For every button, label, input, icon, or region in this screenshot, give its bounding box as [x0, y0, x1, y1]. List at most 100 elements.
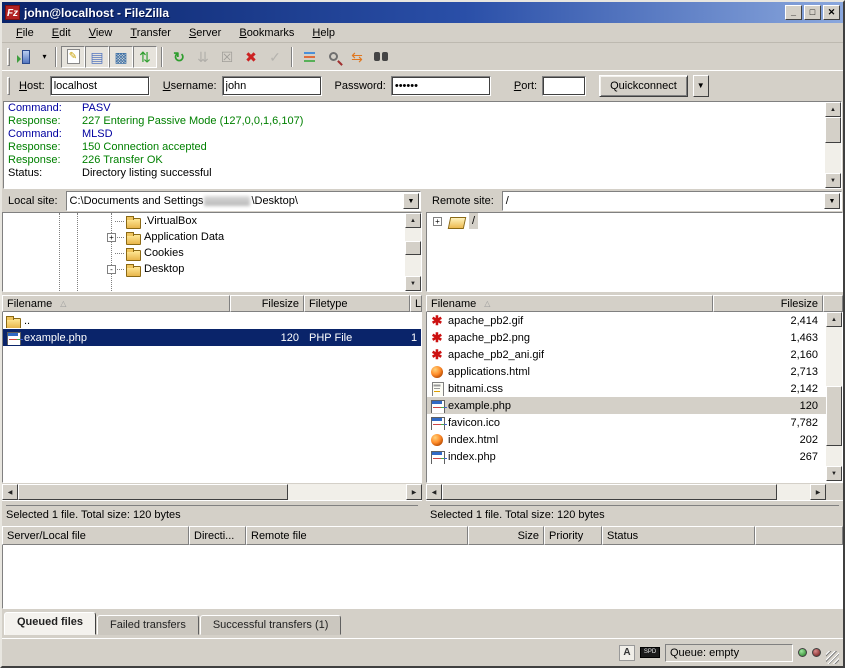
- menu-edit[interactable]: Edit: [44, 25, 79, 41]
- process-queue-icon: ⇊: [197, 50, 209, 64]
- close-button[interactable]: ✕: [823, 5, 840, 20]
- remote-horizontal-scrollbar[interactable]: ◀ ▶: [426, 484, 826, 500]
- redacted-username: [204, 196, 250, 206]
- scroll-thumb[interactable]: [825, 117, 841, 143]
- site-manager-button[interactable]: [14, 46, 38, 68]
- tree-item-virtualbox[interactable]: .VirtualBox: [3, 213, 421, 229]
- menu-server[interactable]: Server: [181, 25, 229, 41]
- maximize-button[interactable]: □: [804, 5, 821, 20]
- file-row-example-php[interactable]: example.php 120: [427, 397, 842, 414]
- column-server-local-file[interactable]: Server/Local file: [2, 526, 189, 545]
- column-size[interactable]: Size: [468, 526, 544, 545]
- combo-dropdown-icon[interactable]: ▼: [824, 193, 840, 209]
- ascii-transfer-type-icon[interactable]: A: [619, 645, 635, 661]
- column-filesize[interactable]: Filesize: [230, 295, 304, 312]
- tree-item-root[interactable]: + /: [427, 213, 842, 229]
- column-priority[interactable]: Priority: [544, 526, 602, 545]
- scroll-down-icon[interactable]: ▼: [405, 276, 421, 291]
- menu-help[interactable]: Help: [304, 25, 343, 41]
- scroll-down-icon[interactable]: ▼: [826, 466, 842, 481]
- port-input[interactable]: [542, 76, 586, 96]
- filter-button[interactable]: [297, 46, 321, 68]
- tab-failed-transfers[interactable]: Failed transfers: [97, 615, 199, 635]
- file-row-example-php[interactable]: example.php 120 PHP File 1: [3, 329, 421, 346]
- file-row[interactable]: ✱apache_pb2_ani.gif 2,160: [427, 346, 842, 363]
- tab-successful-transfers[interactable]: Successful transfers (1): [200, 615, 342, 635]
- local-tree-scrollbar[interactable]: ▲ ▼: [405, 213, 421, 291]
- expand-icon[interactable]: +: [433, 217, 442, 226]
- menu-transfer[interactable]: Transfer: [122, 25, 179, 41]
- remote-treeview-toggle-button[interactable]: ▩: [109, 46, 133, 68]
- queue-toggle-button[interactable]: ⇅: [133, 46, 157, 68]
- remote-site-combo[interactable]: / ▼: [502, 191, 842, 211]
- quickconnect-grip[interactable]: [7, 77, 10, 95]
- menu-view[interactable]: View: [81, 25, 121, 41]
- scroll-left-icon[interactable]: ◀: [2, 484, 18, 500]
- remote-list-scrollbar[interactable]: ▲ ▼: [826, 312, 842, 481]
- process-queue-button[interactable]: ⇊: [191, 46, 215, 68]
- reconnect-button[interactable]: ✓: [263, 46, 287, 68]
- scroll-up-icon[interactable]: ▲: [825, 102, 841, 117]
- find-files-button[interactable]: [369, 46, 393, 68]
- column-filesize[interactable]: Filesize: [713, 295, 823, 312]
- local-site-combo[interactable]: C:\Documents and Settings\Desktop\ ▼: [66, 191, 421, 211]
- toolbar-grip[interactable]: [7, 48, 10, 66]
- local-horizontal-scrollbar[interactable]: ◀ ▶: [2, 484, 422, 500]
- message-log-toggle-button[interactable]: ✎: [61, 46, 85, 68]
- local-treeview-toggle-button[interactable]: ▤: [85, 46, 109, 68]
- site-manager-icon: [22, 50, 30, 64]
- column-direction[interactable]: Directi...: [189, 526, 246, 545]
- site-manager-dropdown[interactable]: ▾: [38, 47, 51, 67]
- synchronized-browsing-button[interactable]: ⇆: [345, 46, 369, 68]
- disconnect-button[interactable]: ✖: [239, 46, 263, 68]
- file-row[interactable]: bitnami.css 2,142: [427, 380, 842, 397]
- menu-bookmarks[interactable]: Bookmarks: [231, 25, 302, 41]
- quickconnect-dropdown[interactable]: ▼: [693, 75, 709, 97]
- file-row-parent-dir[interactable]: ..: [3, 312, 421, 329]
- scroll-right-icon[interactable]: ▶: [810, 484, 826, 500]
- column-filetype[interactable]: Filetype: [304, 295, 410, 312]
- password-input[interactable]: [391, 76, 491, 96]
- file-row[interactable]: index.html 202: [427, 431, 842, 448]
- led-green-icon: [798, 648, 807, 657]
- tree-item-desktop[interactable]: - Desktop: [3, 261, 421, 277]
- resize-grip[interactable]: [826, 651, 839, 664]
- column-last-modified[interactable]: L: [410, 295, 422, 312]
- tree-item-cookies[interactable]: Cookies: [3, 245, 421, 261]
- speed-limits-icon[interactable]: SPD: [640, 647, 660, 658]
- username-input[interactable]: [222, 76, 322, 96]
- log-scrollbar[interactable]: ▲ ▼: [825, 102, 841, 188]
- file-row[interactable]: applications.html 2,713: [427, 363, 842, 380]
- scroll-thumb[interactable]: [442, 484, 777, 500]
- file-row[interactable]: ✱apache_pb2.gif 2,414: [427, 312, 842, 329]
- column-filename[interactable]: Filename△: [2, 295, 230, 312]
- column-remote-file[interactable]: Remote file: [246, 526, 468, 545]
- minimize-button[interactable]: _: [785, 5, 802, 20]
- quickconnect-button[interactable]: Quickconnect: [599, 75, 688, 97]
- scroll-thumb[interactable]: [826, 386, 842, 446]
- scroll-up-icon[interactable]: ▲: [826, 312, 842, 327]
- compare-directories-button[interactable]: [321, 46, 345, 68]
- scroll-up-icon[interactable]: ▲: [405, 213, 421, 228]
- host-input[interactable]: [50, 76, 150, 96]
- refresh-button[interactable]: ↻: [167, 46, 191, 68]
- column-filename[interactable]: Filename△: [426, 295, 713, 312]
- scroll-right-icon[interactable]: ▶: [406, 484, 422, 500]
- file-row[interactable]: ✱apache_pb2.png 1,463: [427, 329, 842, 346]
- scroll-left-icon[interactable]: ◀: [426, 484, 442, 500]
- column-status[interactable]: Status: [602, 526, 755, 545]
- combo-dropdown-icon[interactable]: ▼: [403, 193, 419, 209]
- file-row[interactable]: index.php 267: [427, 448, 842, 465]
- scroll-down-icon[interactable]: ▼: [825, 173, 841, 188]
- menu-file[interactable]: File: [8, 25, 42, 41]
- scroll-thumb[interactable]: [405, 241, 421, 255]
- scroll-thumb[interactable]: [18, 484, 288, 500]
- tree-item-application-data[interactable]: + Application Data: [3, 229, 421, 245]
- local-status-bar: Selected 1 file. Total size: 120 bytes: [2, 500, 422, 524]
- folder-icon: [125, 262, 141, 276]
- cancel-operation-button[interactable]: ☒: [215, 46, 239, 68]
- queue-list[interactable]: [2, 545, 843, 609]
- app-icon[interactable]: Fz: [5, 5, 20, 20]
- file-row[interactable]: favicon.ico 7,782: [427, 414, 842, 431]
- tab-queued-files[interactable]: Queued files: [4, 612, 96, 635]
